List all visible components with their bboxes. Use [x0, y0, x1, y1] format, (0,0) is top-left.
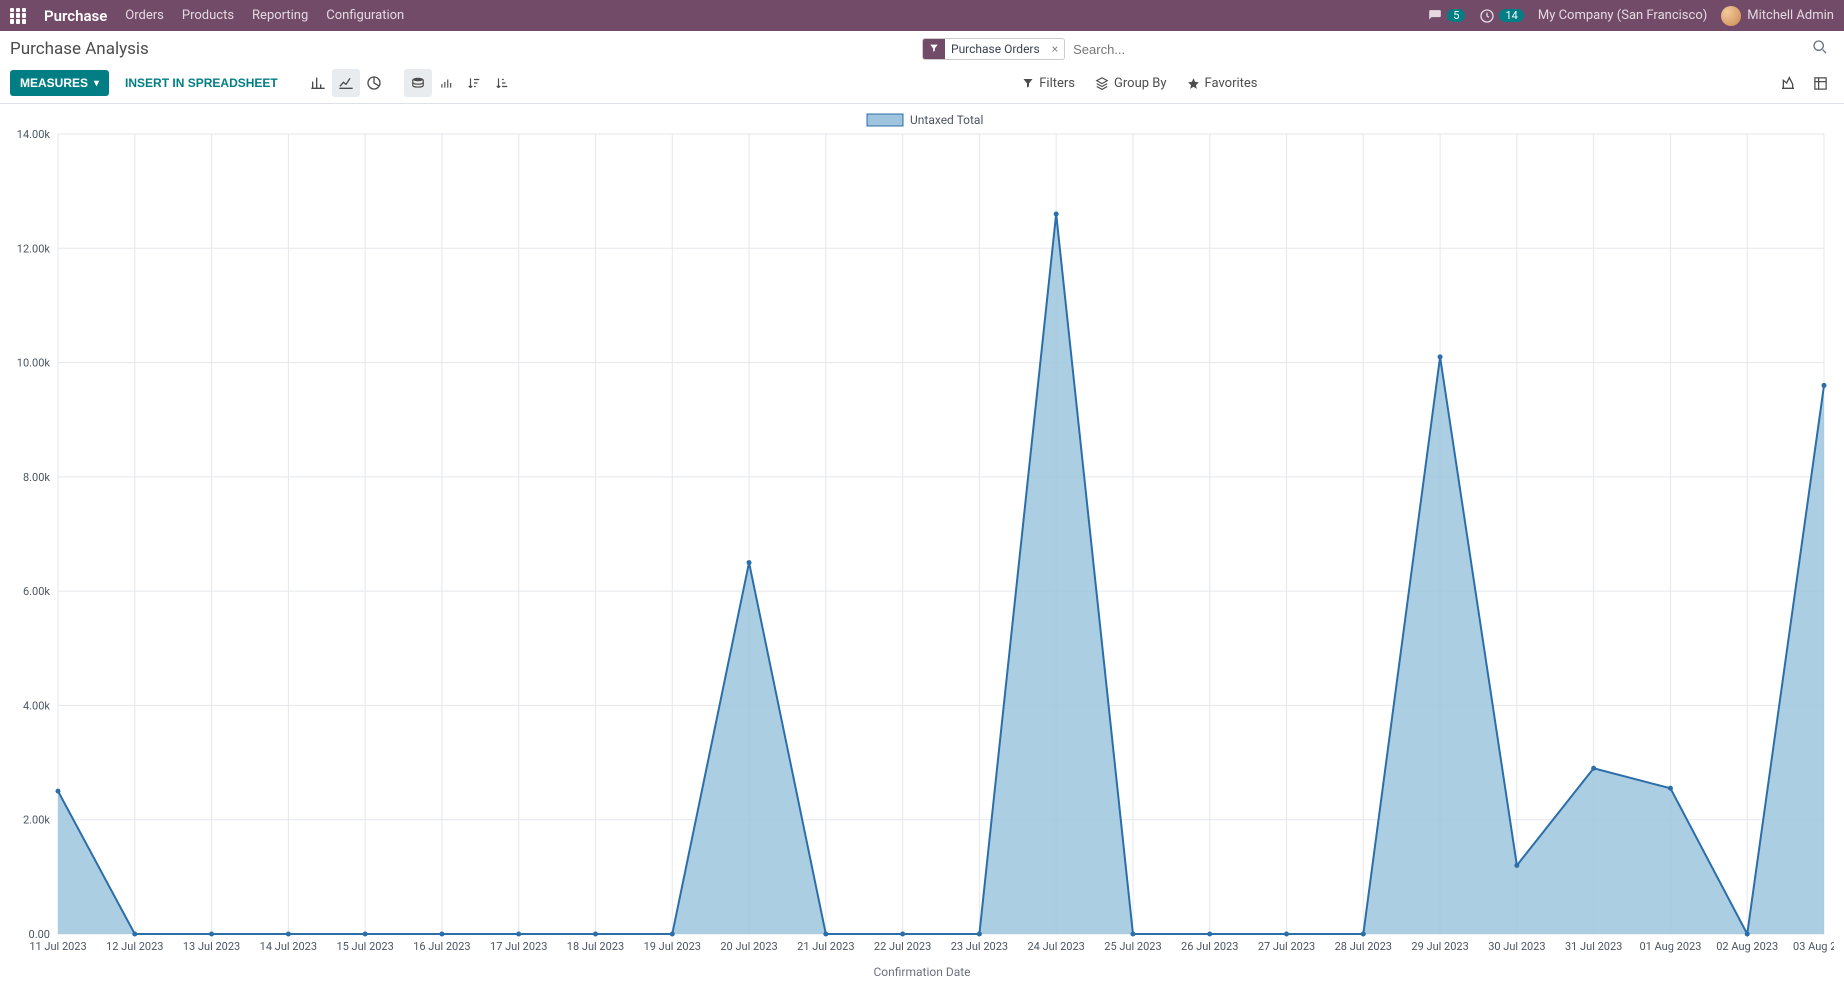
filters-button[interactable]: Filters — [1022, 76, 1075, 91]
svg-text:15 Jul 2023: 15 Jul 2023 — [336, 940, 393, 953]
svg-text:03 Aug 2023: 03 Aug 2023 — [1793, 940, 1834, 953]
apps-icon[interactable] — [10, 8, 26, 24]
chart-container: Untaxed Total0.002.00k4.00k6.00k8.00k10.… — [0, 104, 1844, 990]
svg-text:4.00k: 4.00k — [23, 699, 50, 712]
svg-text:6.00k: 6.00k — [23, 585, 50, 598]
user-menu[interactable]: Mitchell Admin — [1721, 6, 1834, 26]
filter-icon — [923, 39, 945, 59]
svg-text:13 Jul 2023: 13 Jul 2023 — [183, 940, 240, 953]
svg-text:02 Aug 2023: 02 Aug 2023 — [1716, 940, 1778, 953]
svg-text:25 Jul 2023: 25 Jul 2023 — [1104, 940, 1161, 953]
svg-text:Untaxed Total: Untaxed Total — [910, 113, 983, 127]
subheader: Purchase Analysis Purchase Orders × — [0, 31, 1844, 63]
svg-text:16 Jul 2023: 16 Jul 2023 — [413, 940, 470, 953]
favorites-label: Favorites — [1205, 76, 1258, 91]
chart-type-group — [304, 69, 388, 97]
svg-text:29 Jul 2023: 29 Jul 2023 — [1411, 940, 1468, 953]
cumulative-icon[interactable] — [432, 69, 460, 97]
area-chart: Untaxed Total0.002.00k4.00k6.00k8.00k10.… — [10, 112, 1834, 982]
chart-opts-group — [404, 69, 516, 97]
filter-chip-purchase-orders[interactable]: Purchase Orders × — [922, 38, 1065, 60]
svg-text:20 Jul 2023: 20 Jul 2023 — [720, 940, 777, 953]
activities-count: 14 — [1499, 9, 1523, 22]
svg-text:2.00k: 2.00k — [23, 814, 50, 827]
svg-text:14.00k: 14.00k — [17, 128, 51, 141]
favorites-button[interactable]: Favorites — [1187, 76, 1258, 91]
graph-view-icon[interactable] — [1774, 69, 1802, 97]
messages-button[interactable]: 5 — [1427, 9, 1465, 23]
svg-text:17 Jul 2023: 17 Jul 2023 — [490, 940, 547, 953]
filter-chip-label: Purchase Orders — [945, 39, 1046, 59]
svg-text:11 Jul 2023: 11 Jul 2023 — [29, 940, 86, 953]
nav-configuration[interactable]: Configuration — [326, 8, 404, 23]
toolbar: MEASURES INSERT IN SPREADSHEET Filters G… — [0, 63, 1844, 104]
measures-button[interactable]: MEASURES — [10, 70, 109, 96]
username: Mitchell Admin — [1747, 8, 1834, 23]
svg-text:10.00k: 10.00k — [17, 357, 51, 370]
activities-button[interactable]: 14 — [1479, 8, 1523, 24]
svg-text:22 Jul 2023: 22 Jul 2023 — [874, 940, 931, 953]
svg-text:26 Jul 2023: 26 Jul 2023 — [1181, 940, 1238, 953]
svg-text:23 Jul 2023: 23 Jul 2023 — [951, 940, 1008, 953]
svg-text:14 Jul 2023: 14 Jul 2023 — [260, 940, 317, 953]
insert-spreadsheet-button[interactable]: INSERT IN SPREADSHEET — [115, 70, 288, 96]
topbar-right: 5 14 My Company (San Francisco) Mitchell… — [1427, 6, 1834, 26]
star-icon — [1187, 77, 1200, 90]
svg-text:27 Jul 2023: 27 Jul 2023 — [1258, 940, 1315, 953]
pivot-view-icon[interactable] — [1806, 69, 1834, 97]
topbar-left: Purchase Orders Products Reporting Confi… — [10, 7, 404, 25]
avatar — [1721, 6, 1741, 26]
groupby-button[interactable]: Group By — [1095, 76, 1167, 91]
messages-count: 5 — [1447, 9, 1465, 22]
bar-chart-icon[interactable] — [304, 69, 332, 97]
app-brand[interactable]: Purchase — [44, 7, 107, 25]
page-title: Purchase Analysis — [10, 39, 149, 59]
search-tools: Filters Group By Favorites — [1022, 76, 1257, 91]
nav-orders[interactable]: Orders — [125, 8, 164, 23]
search-input[interactable] — [1073, 42, 1806, 57]
view-switch — [1774, 69, 1834, 97]
svg-text:Confirmation Date: Confirmation Date — [873, 965, 970, 979]
svg-text:18 Jul 2023: 18 Jul 2023 — [567, 940, 624, 953]
filter-icon — [1022, 77, 1034, 89]
filter-chip-remove[interactable]: × — [1046, 39, 1064, 59]
svg-text:28 Jul 2023: 28 Jul 2023 — [1335, 940, 1392, 953]
svg-text:12.00k: 12.00k — [17, 242, 51, 255]
layers-icon — [1095, 76, 1109, 90]
filters-label: Filters — [1039, 76, 1075, 91]
nav-reporting[interactable]: Reporting — [252, 8, 308, 23]
svg-text:8.00k: 8.00k — [23, 471, 50, 484]
svg-text:30 Jul 2023: 30 Jul 2023 — [1488, 940, 1545, 953]
search-icon[interactable] — [1806, 39, 1834, 59]
nav-products[interactable]: Products — [182, 8, 234, 23]
search-area: Purchase Orders × — [922, 38, 1834, 60]
line-chart-icon[interactable] — [332, 69, 360, 97]
sort-desc-icon[interactable] — [460, 69, 488, 97]
pie-chart-icon[interactable] — [360, 69, 388, 97]
groupby-label: Group By — [1114, 76, 1167, 91]
svg-text:24 Jul 2023: 24 Jul 2023 — [1027, 940, 1084, 953]
stacked-icon[interactable] — [404, 69, 432, 97]
svg-text:01 Aug 2023: 01 Aug 2023 — [1639, 940, 1701, 953]
sort-asc-icon[interactable] — [488, 69, 516, 97]
chat-icon — [1427, 9, 1443, 23]
clock-icon — [1479, 8, 1495, 24]
svg-text:12 Jul 2023: 12 Jul 2023 — [106, 940, 163, 953]
topbar: Purchase Orders Products Reporting Confi… — [0, 0, 1844, 31]
svg-text:19 Jul 2023: 19 Jul 2023 — [644, 940, 701, 953]
svg-text:31 Jul 2023: 31 Jul 2023 — [1565, 940, 1622, 953]
company-switcher[interactable]: My Company (San Francisco) — [1538, 8, 1707, 23]
svg-text:21 Jul 2023: 21 Jul 2023 — [797, 940, 854, 953]
